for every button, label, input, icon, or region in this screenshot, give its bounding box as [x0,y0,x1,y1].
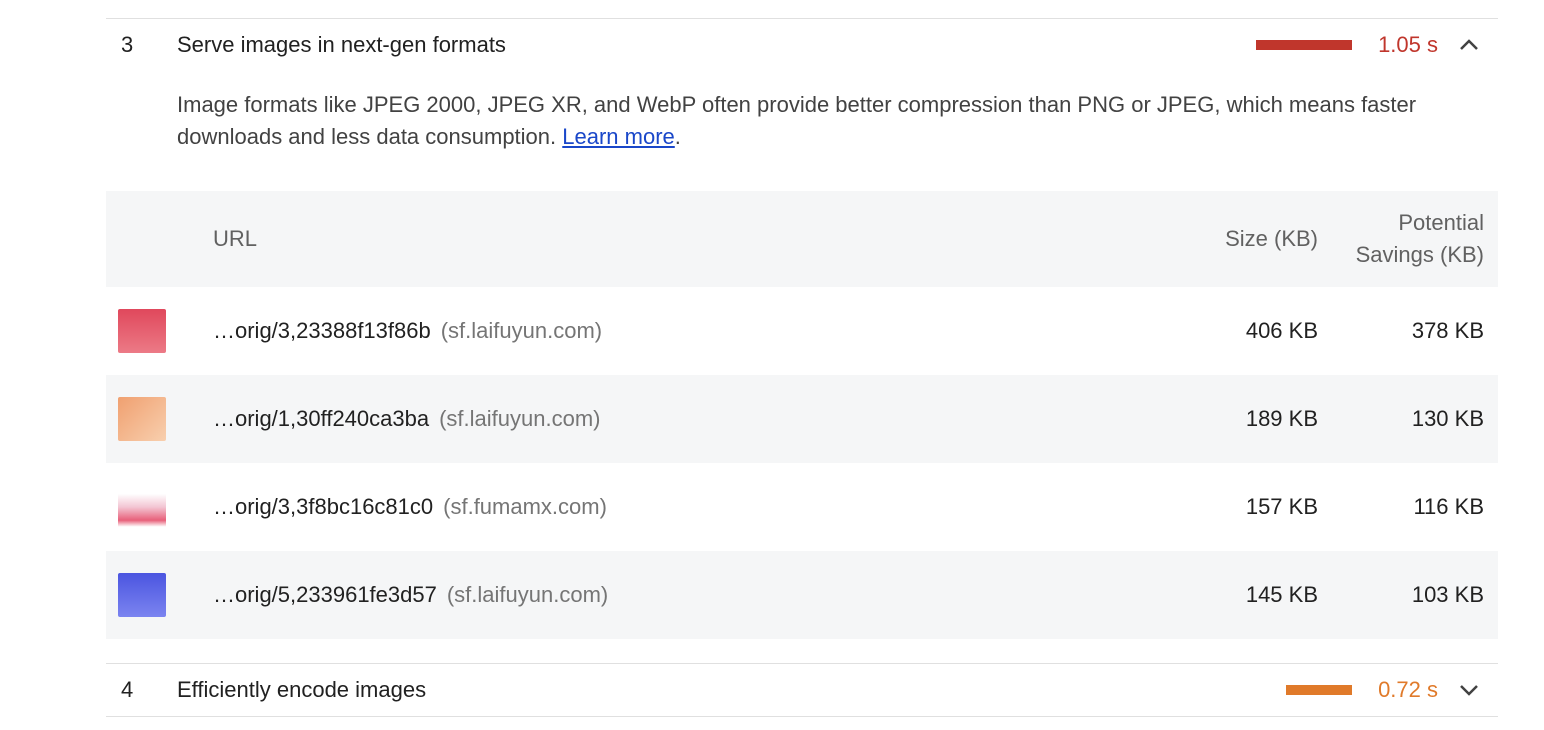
url-cell[interactable]: …orig/3,23388f13f86b (sf.laifuyun.com) [213,287,1118,375]
url-host: (sf.fumamx.com) [443,494,607,519]
savings-cell: 103 KB [1332,551,1498,639]
chevron-up-icon[interactable] [1458,34,1480,56]
url-path: …orig/3,23388f13f86b [213,318,431,343]
savings-bar [1286,685,1353,695]
description-text: Image formats like JPEG 2000, JPEG XR, a… [177,92,1417,149]
url-host: (sf.laifuyun.com) [439,406,601,431]
audit-title: Efficiently encode images [177,677,427,702]
audit-index: 4 [121,677,134,702]
thumb-header [106,191,213,287]
url-path: …orig/5,233961fe3d57 [213,582,437,607]
savings-header-line1: Potential [1398,210,1484,235]
url-path: …orig/1,30ff240ca3ba [213,406,430,431]
url-cell[interactable]: …orig/1,30ff240ca3ba (sf.laifuyun.com) [213,375,1118,463]
image-thumbnail[interactable] [118,573,166,617]
image-thumbnail[interactable] [118,397,166,441]
savings-value: 1.05 s [1378,32,1438,57]
savings-header-line2: Savings (KB) [1355,242,1484,267]
description-period: . [674,124,681,149]
size-cell: 406 KB [1245,318,1318,343]
audit-header-efficiently-encode[interactable]: 4 Efficiently encode images 0.72 s [106,663,1498,717]
savings-cell: 130 KB [1332,375,1498,463]
table-row: …orig/1,30ff240ca3ba (sf.laifuyun.com) 18… [106,375,1498,463]
learn-more-link[interactable]: Learn more [562,124,675,149]
url-host: (sf.laifuyun.com) [446,582,609,607]
image-thumbnail[interactable] [118,309,166,353]
size-cell: 145 KB [1118,551,1332,639]
url-path: …orig/3,3f8bc16c81c0 [213,494,434,519]
savings-value: 0.72 s [1378,677,1438,702]
image-thumbnail[interactable] [118,485,166,529]
size-cell: 157 KB [1245,494,1318,519]
url-cell[interactable]: …orig/5,233961fe3d57 (sf.laifuyun.com) [213,551,1118,639]
size-header: Size (KB) [1118,191,1332,287]
table-header-row: URL Size (KB) Potential Savings (KB) [106,191,1498,287]
details-table: URL Size (KB) Potential Savings (KB) …or… [106,191,1498,639]
url-header: URL [213,191,1118,287]
chevron-down-icon[interactable] [1458,679,1480,701]
audit-header-next-gen-formats[interactable]: 3 Serve images in next-gen formats 1.05 … [106,18,1498,71]
savings-cell: 116 KB [1413,494,1484,519]
audit-description: Image formats like JPEG 2000, JPEG XR, a… [177,89,1468,153]
audit-index: 3 [121,32,134,57]
savings-bar [1256,40,1353,50]
url-cell[interactable]: …orig/3,3f8bc16c81c0 (sf.fumamx.com) [213,463,1118,551]
table-row: …orig/3,3f8bc16c81c0 (sf.fumamx.com) 157 … [106,463,1498,551]
opportunities-section: 3 Serve images in next-gen formats 1.05 … [106,18,1498,717]
table-row: …orig/5,233961fe3d57 (sf.laifuyun.com) 14… [106,551,1498,639]
savings-header: Potential Savings (KB) [1332,191,1498,287]
size-cell: 189 KB [1118,375,1332,463]
audit-title: Serve images in next-gen formats [177,32,506,57]
url-host: (sf.laifuyun.com) [440,318,603,343]
savings-cell: 378 KB [1411,318,1484,343]
table-row: …orig/3,23388f13f86b (sf.laifuyun.com) 40… [106,287,1498,375]
